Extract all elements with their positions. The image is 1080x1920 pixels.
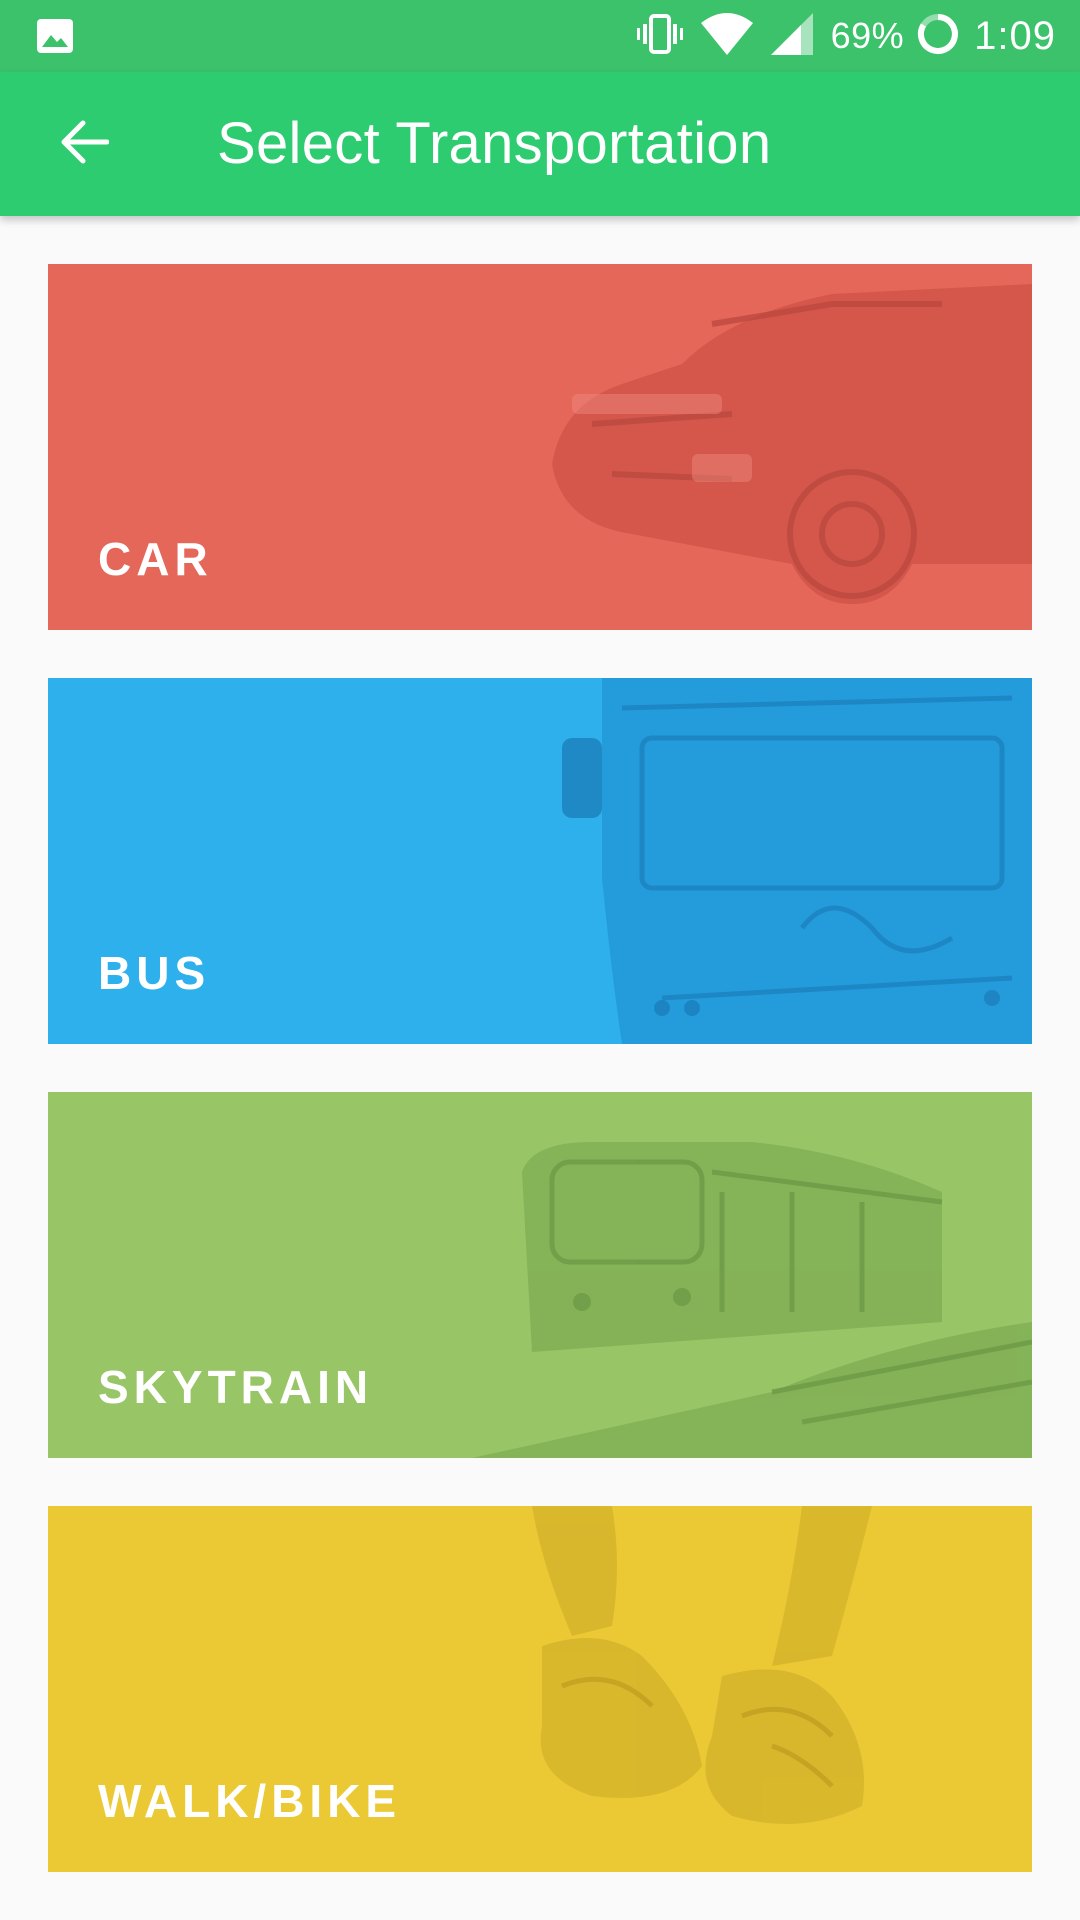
- wifi-icon: [700, 12, 753, 60]
- option-label: WALK/BIKE: [98, 1775, 402, 1827]
- app-bar: Select Transportation: [0, 72, 1080, 216]
- status-bar: 69% 1:09: [0, 0, 1080, 72]
- skytrain-image: [472, 1092, 1032, 1458]
- option-label: BUS: [98, 947, 211, 999]
- arrow-back-icon: [59, 119, 110, 170]
- option-car-card[interactable]: CAR: [48, 264, 1032, 630]
- option-label: SKYTRAIN: [98, 1361, 374, 1413]
- option-walk-bike-card[interactable]: WALK/BIKE: [48, 1506, 1032, 1872]
- option-skytrain-card[interactable]: SKYTRAIN: [48, 1092, 1032, 1458]
- image-notification-icon: [36, 18, 74, 54]
- option-label: CAR: [98, 533, 213, 585]
- battery-icon: [916, 12, 960, 61]
- transport-options-list: CAR BUS SKYTRAIN WALK/BIKE: [48, 264, 1032, 1920]
- clock: 1:09: [974, 13, 1056, 58]
- back-button[interactable]: [36, 102, 132, 186]
- status-indicators: 69% 1:09: [636, 0, 1056, 72]
- page-title: Select Transportation: [217, 111, 772, 176]
- cell-signal-icon: [770, 12, 813, 60]
- car-image: [472, 264, 1032, 630]
- bus-image: [472, 678, 1032, 1044]
- battery-percent: 69%: [830, 15, 905, 56]
- option-bus-card[interactable]: BUS: [48, 678, 1032, 1044]
- vibrate-icon: [636, 12, 683, 61]
- sneakers-image: [472, 1506, 1032, 1872]
